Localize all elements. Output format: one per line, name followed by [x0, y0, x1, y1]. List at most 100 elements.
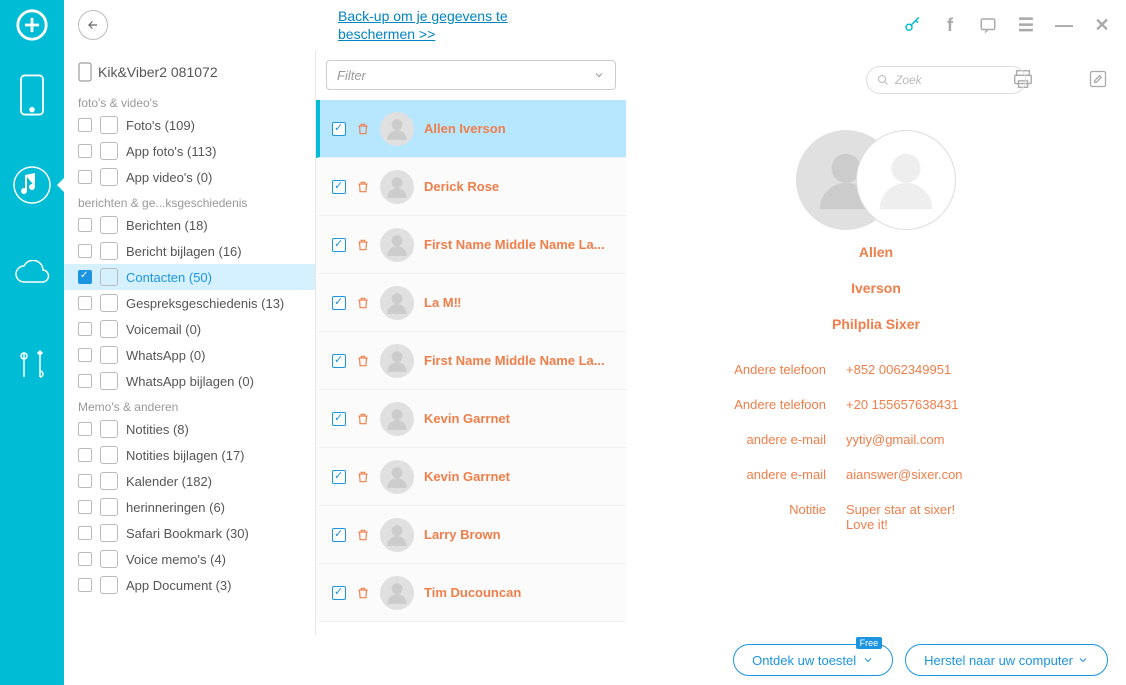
checkbox[interactable] [78, 296, 92, 310]
row-checkbox[interactable] [332, 354, 346, 368]
sidebar-item[interactable]: Voicemail (0) [64, 316, 315, 342]
rail-cloud-icon[interactable] [0, 230, 64, 320]
key-icon[interactable] [902, 15, 922, 35]
discover-device-button[interactable]: Ontdek uw toestel Free [733, 644, 893, 676]
checkbox[interactable] [78, 448, 92, 462]
avatar-icon [380, 518, 414, 552]
trash-icon[interactable] [356, 296, 370, 310]
filter-dropdown[interactable]: Filter [326, 60, 616, 90]
sidebar-item[interactable]: Contacten (50) [64, 264, 315, 290]
trash-icon[interactable] [356, 122, 370, 136]
row-checkbox[interactable] [332, 470, 346, 484]
contact-row[interactable]: Derick Rose [316, 158, 626, 216]
sidebar-item[interactable]: WhatsApp bijlagen (0) [64, 368, 315, 394]
rail-tools-icon[interactable] [0, 320, 64, 410]
sidebar-item[interactable]: Bericht bijlagen (16) [64, 238, 315, 264]
feedback-icon[interactable] [978, 15, 998, 35]
checkbox[interactable] [78, 474, 92, 488]
row-checkbox[interactable] [332, 122, 346, 136]
device-name-label: Kik&Viber2 081072 [98, 64, 218, 80]
row-checkbox[interactable] [332, 296, 346, 310]
detail-field-row: NotitieSuper star at sixer!Love it! [666, 492, 1086, 542]
checkbox[interactable] [78, 578, 92, 592]
category-icon [100, 116, 118, 134]
search-input[interactable]: Zoek [866, 66, 1026, 94]
row-checkbox[interactable] [332, 238, 346, 252]
checkbox[interactable] [78, 500, 92, 514]
contact-row[interactable]: Tim Ducouncan [316, 564, 626, 622]
trash-icon[interactable] [356, 470, 370, 484]
contact-name: Allen Iverson [424, 121, 506, 136]
contact-row[interactable]: Kevin Garrnet [316, 390, 626, 448]
trash-icon[interactable] [356, 354, 370, 368]
checkbox[interactable] [78, 144, 92, 158]
topbar: Back-up om je gegevens te beschermen >> … [64, 0, 1126, 50]
checkbox[interactable] [78, 170, 92, 184]
trash-icon[interactable] [356, 180, 370, 194]
category-icon [100, 346, 118, 364]
checkbox[interactable] [78, 322, 92, 336]
row-checkbox[interactable] [332, 180, 346, 194]
edit-icon[interactable] [1088, 69, 1108, 89]
field-label: Notitie [666, 502, 846, 532]
detail-field-row: Andere telefoon+852 0062349951 [666, 352, 1086, 387]
checkbox[interactable] [78, 526, 92, 540]
trash-icon[interactable] [356, 528, 370, 542]
contact-row[interactable]: Larry Brown [316, 506, 626, 564]
checkbox[interactable] [78, 422, 92, 436]
sidebar-item-label: herinneringen (6) [126, 500, 225, 515]
restore-to-computer-button[interactable]: Herstel naar uw computer [905, 644, 1108, 676]
contact-row[interactable]: First Name Middle Name La... [316, 216, 626, 274]
sidebar-item[interactable]: App video's (0) [64, 164, 315, 190]
checkbox[interactable] [78, 552, 92, 566]
avatar-icon [380, 112, 414, 146]
facebook-icon[interactable]: f [940, 15, 960, 35]
sidebar-item-label: App Document (3) [126, 578, 232, 593]
field-value: Super star at sixer!Love it! [846, 502, 955, 532]
sidebar-item-label: Foto's (109) [126, 118, 195, 133]
row-checkbox[interactable] [332, 528, 346, 542]
checkbox[interactable] [78, 218, 92, 232]
contact-row[interactable]: First Name Middle Name La... [316, 332, 626, 390]
sidebar-section-header: berichten & ge...ksgeschiedenis [64, 190, 315, 212]
contact-name: Larry Brown [424, 527, 501, 542]
close-icon[interactable]: ✕ [1092, 15, 1112, 35]
contact-row[interactable]: Allen Iverson [316, 100, 626, 158]
minimize-icon[interactable]: — [1054, 15, 1074, 35]
checkbox[interactable] [78, 270, 92, 284]
sidebar-item-label: WhatsApp bijlagen (0) [126, 374, 254, 389]
sidebar-item[interactable]: Foto's (109) [64, 112, 315, 138]
sidebar-item[interactable]: Gespreksgeschiedenis (13) [64, 290, 315, 316]
trash-icon[interactable] [356, 238, 370, 252]
contact-row[interactable]: Kevin Garrnet [316, 448, 626, 506]
sidebar-item[interactable]: App foto's (113) [64, 138, 315, 164]
trash-icon[interactable] [356, 586, 370, 600]
row-checkbox[interactable] [332, 586, 346, 600]
contact-name: Derick Rose [424, 179, 499, 194]
device-title[interactable]: Kik&Viber2 081072 [64, 58, 315, 90]
detail-field-row: andere e-mailyytiy@gmail.com [666, 422, 1086, 457]
sidebar-item[interactable]: Notities (8) [64, 416, 315, 442]
sidebar-item-label: Safari Bookmark (30) [126, 526, 249, 541]
menu-icon[interactable]: ☰ [1016, 15, 1036, 35]
sidebar-item[interactable]: Safari Bookmark (30) [64, 520, 315, 546]
sidebar-item[interactable]: WhatsApp (0) [64, 342, 315, 368]
backup-banner-link[interactable]: Back-up om je gegevens te beschermen >> [338, 7, 508, 43]
sidebar-item[interactable]: App Document (3) [64, 572, 315, 598]
checkbox[interactable] [78, 374, 92, 388]
rail-media-icon[interactable] [0, 140, 64, 230]
rail-device-icon[interactable] [0, 50, 64, 140]
trash-icon[interactable] [356, 412, 370, 426]
sidebar-item[interactable]: herinneringen (6) [64, 494, 315, 520]
contact-row[interactable]: La M‼ [316, 274, 626, 332]
sidebar-item[interactable]: Notities bijlagen (17) [64, 442, 315, 468]
checkbox[interactable] [78, 118, 92, 132]
sidebar-item[interactable]: Voice memo's (4) [64, 546, 315, 572]
sidebar-item[interactable]: Berichten (18) [64, 212, 315, 238]
sidebar-item[interactable]: Kalender (182) [64, 468, 315, 494]
row-checkbox[interactable] [332, 412, 346, 426]
checkbox[interactable] [78, 348, 92, 362]
back-button[interactable] [78, 10, 108, 40]
checkbox[interactable] [78, 244, 92, 258]
category-icon [100, 576, 118, 594]
